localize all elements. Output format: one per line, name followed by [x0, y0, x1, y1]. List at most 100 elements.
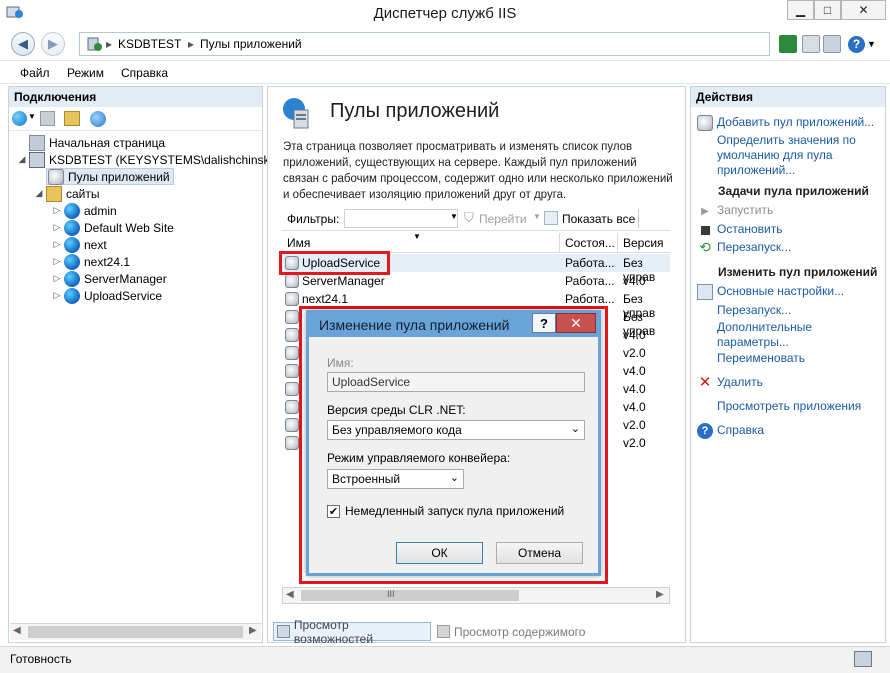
pool-state: Работа... [565, 256, 615, 270]
breadcrumb[interactable]: ▸ KSDBTEST ▸ Пулы приложений [79, 32, 770, 56]
expand-icon[interactable]: ▷ [52, 205, 62, 216]
save-icon[interactable] [40, 111, 55, 126]
home-icon[interactable] [823, 35, 841, 53]
tree-item-start-page[interactable]: Начальная страница [9, 134, 262, 151]
tree-item-app-pools[interactable]: Пулы приложений [9, 168, 262, 185]
horizontal-scrollbar[interactable]: ◀ ▶ [10, 623, 261, 640]
dialog-title-bar[interactable]: Изменение пула приложений ? ✕ [309, 313, 598, 337]
app-pool-icon [285, 400, 299, 414]
close-window-button[interactable]: ✕ [841, 0, 886, 20]
forward-arrow-icon: ▶ [48, 36, 58, 51]
dialog-close-button[interactable]: ✕ [556, 313, 596, 333]
tree-item-server[interactable]: ◢ KSDBTEST (KEYSYSTEMS\dalishchinskaya) [9, 151, 293, 168]
filter-input[interactable] [344, 209, 458, 228]
window-title: Диспетчер служб IIS [373, 5, 517, 22]
expand-icon[interactable]: ▷ [52, 239, 62, 250]
rename-link[interactable]: Переименовать [697, 351, 883, 367]
breadcrumb-app-pools[interactable]: Пулы приложений [200, 37, 302, 51]
pool-version: v4.0 [623, 274, 646, 288]
maximize-button[interactable]: □ [814, 0, 841, 20]
breadcrumb-server[interactable]: KSDBTEST [118, 37, 181, 51]
scroll-right-icon[interactable]: ▶ [249, 625, 257, 636]
menu-file[interactable]: Файл [20, 66, 50, 80]
tab-features-view[interactable]: Просмотр возможностей [273, 618, 431, 646]
scroll-left-icon[interactable]: ◀ [13, 625, 21, 636]
app-pools-large-icon [280, 96, 316, 132]
scroll-thumb[interactable] [301, 590, 519, 601]
folder-up-icon[interactable] [64, 111, 80, 126]
tree-item-site[interactable]: ▷ admin [9, 202, 262, 219]
pool-state: Работа... [565, 274, 615, 288]
expand-icon[interactable]: ▷ [52, 222, 62, 233]
menu-bar: Файл Режим Справка [0, 60, 890, 84]
horizontal-scrollbar[interactable]: ◀ III ▶ [282, 587, 670, 604]
settings-icon [697, 284, 713, 300]
edit-pool-heading: Изменить пул приложений [718, 265, 878, 279]
scroll-thumb[interactable] [28, 626, 243, 638]
chevron-down-icon: ⌄ [570, 423, 580, 435]
back-arrow-icon: ◀ [18, 36, 28, 51]
delete-x-icon: ✕ [698, 374, 712, 391]
collapse-icon[interactable]: ◢ [34, 188, 44, 199]
column-name[interactable]: Имя [287, 236, 310, 250]
globe-icon [64, 253, 80, 270]
pool-name: next24.1 [302, 292, 349, 306]
help-link[interactable]: ? Справка [697, 423, 883, 439]
minimize-button[interactable]: ▁ [787, 0, 814, 20]
basic-settings-link[interactable]: Основные настройки... [697, 284, 883, 300]
delete-link[interactable]: ✕ Удалить [697, 375, 883, 391]
name-field: UploadService [327, 372, 585, 392]
set-defaults-link[interactable]: Определить значения по умолчанию для пул… [697, 133, 883, 178]
stop-link[interactable]: Остановить [697, 222, 883, 238]
menu-view[interactable]: Режим [67, 66, 104, 80]
scroll-left-icon[interactable]: ◀ [286, 589, 294, 600]
connections-panel: Подключения ▼ Начальная страница ◢ KSDBT… [8, 86, 293, 643]
help-dropdown[interactable]: ? ▼ [848, 34, 878, 54]
tree-item-sites[interactable]: ◢ сайты [9, 185, 262, 202]
breadcrumb-separator: ▸ [106, 37, 113, 51]
go-button[interactable]: Перейти [479, 212, 527, 226]
tab-content-view[interactable]: Просмотр содержимого [437, 622, 597, 641]
refresh-icon[interactable] [779, 35, 797, 53]
tree-item-site[interactable]: ▷ ServerManager [9, 270, 262, 287]
tree-item-site[interactable]: ▷ next [9, 236, 262, 253]
expand-icon[interactable]: ▷ [52, 290, 62, 301]
stop-square-icon [697, 222, 713, 238]
dialog-help-button[interactable]: ? [532, 313, 556, 333]
pipeline-mode-select[interactable]: Встроенный ⌄ [327, 469, 464, 489]
disconnect-icon[interactable] [90, 111, 106, 127]
advanced-settings-link[interactable]: Дополнительные параметры... [697, 320, 883, 350]
tree-item-site[interactable]: ▷ UploadService [9, 287, 262, 304]
view-apps-link[interactable]: Просмотреть приложения [697, 399, 883, 415]
network-status-icon [854, 651, 872, 667]
forward-button[interactable]: ▶ [41, 32, 65, 56]
toolbar-divider [638, 209, 639, 228]
globe-icon [64, 219, 80, 236]
column-state[interactable]: Состоя... [565, 236, 615, 250]
collapse-icon[interactable]: ◢ [17, 154, 27, 165]
show-all-button[interactable]: Показать все [562, 212, 635, 226]
tree-item-site[interactable]: ▷ next24.1 [9, 253, 262, 270]
recycle-link[interactable]: ⟲ Перезапуск... [697, 240, 883, 256]
expand-icon[interactable]: ▷ [52, 273, 62, 284]
chevron-down-icon[interactable]: ▼ [450, 212, 458, 221]
tree-item-site[interactable]: ▷ Default Web Site [9, 219, 262, 236]
connect-icon[interactable] [12, 111, 27, 126]
add-app-pool-link[interactable]: Добавить пул приложений... [697, 115, 883, 131]
menu-help[interactable]: Справка [121, 66, 168, 80]
stop-icon[interactable] [802, 35, 820, 53]
tree-item-label: admin [84, 203, 117, 218]
cancel-button[interactable]: Отмена [496, 542, 583, 564]
page-description: Эта страница позволяет просматривать и и… [283, 141, 673, 201]
tab-label: Просмотр возможностей [293, 617, 374, 646]
back-button[interactable]: ◀ [11, 32, 35, 56]
connections-toolbar: ▼ [9, 107, 262, 131]
clr-version-select[interactable]: Без управляемого кода ⌄ [327, 420, 585, 440]
recycling-link[interactable]: Перезапуск... [697, 303, 883, 319]
pool-version: v2.0 [623, 436, 646, 450]
scroll-right-icon[interactable]: ▶ [656, 589, 664, 600]
app-pool-icon [285, 346, 299, 360]
expand-icon[interactable]: ▷ [52, 256, 62, 267]
ok-button[interactable]: ОК [396, 542, 483, 564]
autostart-checkbox[interactable]: ✔ Немедленный запуск пула приложений [327, 504, 564, 518]
